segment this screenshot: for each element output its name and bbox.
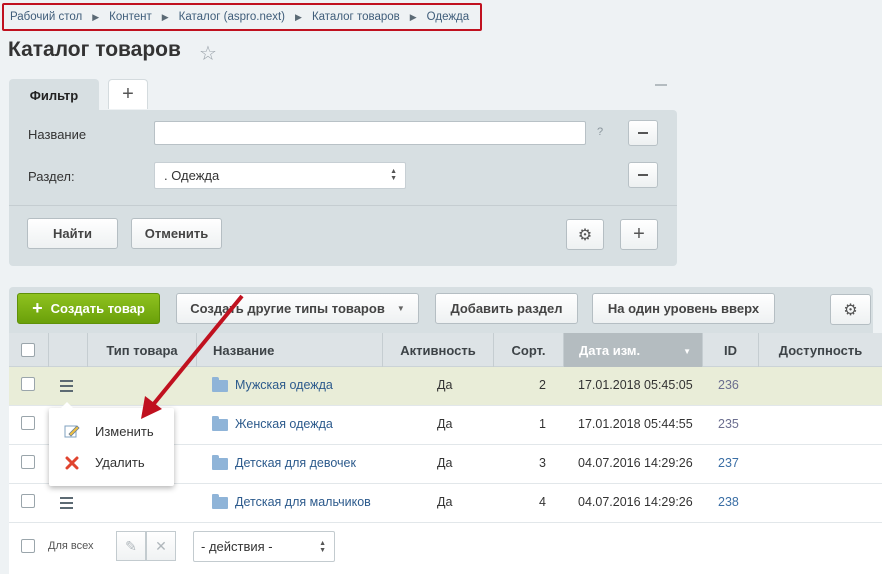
annotation-arrow-icon [141, 294, 244, 419]
pencil-icon: ✎ [125, 537, 137, 554]
actions-select[interactable]: - действия - ▲ ▼ [193, 531, 335, 562]
delete-selected-button[interactable]: ✕ [146, 531, 176, 561]
select-all-footer-checkbox[interactable] [21, 539, 35, 553]
for-all-label: Для всех [48, 540, 94, 552]
updown-arrows-icon: ▲ ▼ [319, 540, 326, 554]
actions-select-value: - действия - [201, 539, 273, 554]
edit-selected-button[interactable]: ✎ [116, 531, 146, 561]
close-icon: ✕ [155, 537, 167, 554]
